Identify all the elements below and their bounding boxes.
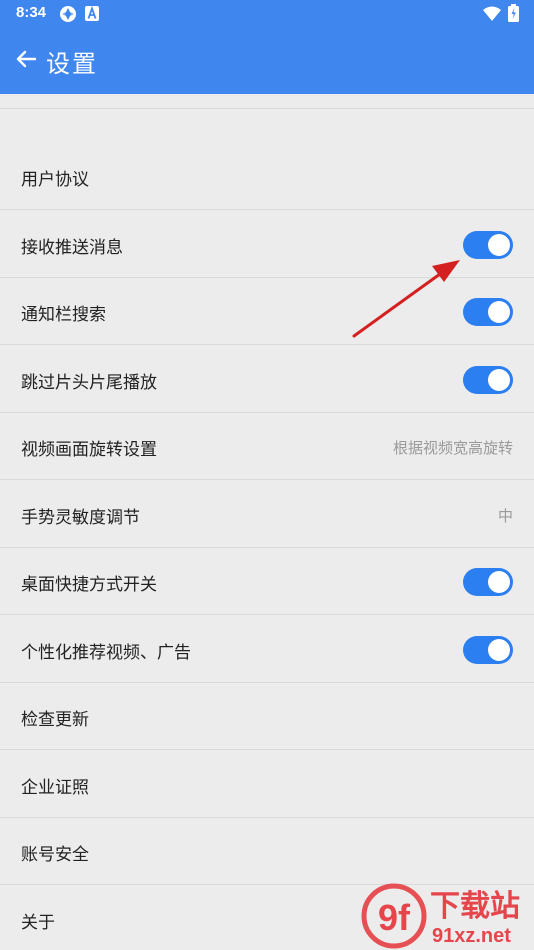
font-a-icon [85,5,99,25]
watermark-logo: 9f 下载站 91xz.net [360,880,532,950]
settings-item-account-security[interactable]: 账号安全 [0,818,534,885]
settings-item-label: 跳过片头片尾播放 [21,373,157,393]
watermark-url-text: 91xz.net [432,925,511,947]
app-bar: 设置 [0,28,534,94]
status-time: 8:34 [16,4,47,21]
settings-item-label: 关于 [21,913,55,933]
arrow-left-icon [14,47,38,75]
settings-item-label: 检查更新 [21,710,89,730]
toggle-knob [488,571,510,593]
toggle-knob [488,369,510,391]
annotation-arrow-icon [340,250,470,354]
settings-item-label: 账号安全 [21,845,89,865]
skip-intro-outro-toggle[interactable] [463,366,513,394]
settings-item-label: 用户协议 [21,170,89,190]
settings-item-label: 接收推送消息 [21,238,123,258]
settings-item-label: 桌面快捷方式开关 [21,575,157,595]
toggle-knob [488,301,510,323]
settings-item-video-rotation[interactable]: 视频画面旋转设置 根据视频宽高旋转 [0,413,534,480]
settings-item-desktop-shortcut[interactable]: 桌面快捷方式开关 [0,548,534,615]
personalized-recommendations-toggle[interactable] [463,636,513,664]
toggle-knob [488,234,510,256]
watermark-cn-text: 下载站 [430,889,520,924]
status-bar: 8:34 [0,0,534,28]
settings-item-skip-intro-outro[interactable]: 跳过片头片尾播放 [0,346,534,413]
desktop-shortcut-toggle[interactable] [463,568,513,596]
settings-list: 隐私 用户协议 接收推送消息 通知栏搜索 跳过片头片尾播放 视频画面旋转设置 根… [0,94,534,950]
battery-icon [508,4,519,26]
gesture-sensitivity-value: 中 [497,507,513,525]
watermark-logo-text: 9f [378,897,411,938]
toggle-knob [488,639,510,661]
back-button[interactable] [6,41,46,81]
video-rotation-value: 根据视频宽高旋转 [392,439,513,457]
settings-item-business-license[interactable]: 企业证照 [0,751,534,818]
notification-search-toggle[interactable] [463,298,513,326]
settings-item-label: 通知栏搜索 [21,305,106,325]
push-messages-toggle[interactable] [463,231,513,259]
settings-item-label: 个性化推荐视频、广告 [21,643,191,663]
settings-item-user-agreement[interactable]: 用户协议 [0,143,534,210]
wifi-icon [483,6,501,25]
settings-item-label: 企业证照 [21,778,89,798]
settings-item-check-updates[interactable]: 检查更新 [0,683,534,750]
app-notification-icon [59,5,77,27]
settings-item-gesture-sensitivity[interactable]: 手势灵敏度调节 中 [0,481,534,548]
settings-item-label: 手势灵敏度调节 [21,508,140,528]
settings-item-privacy[interactable]: 隐私 [0,94,534,109]
settings-item-label: 视频画面旋转设置 [21,440,157,460]
page-title: 设置 [46,50,98,78]
settings-item-personalized-recommendations[interactable]: 个性化推荐视频、广告 [0,616,534,683]
